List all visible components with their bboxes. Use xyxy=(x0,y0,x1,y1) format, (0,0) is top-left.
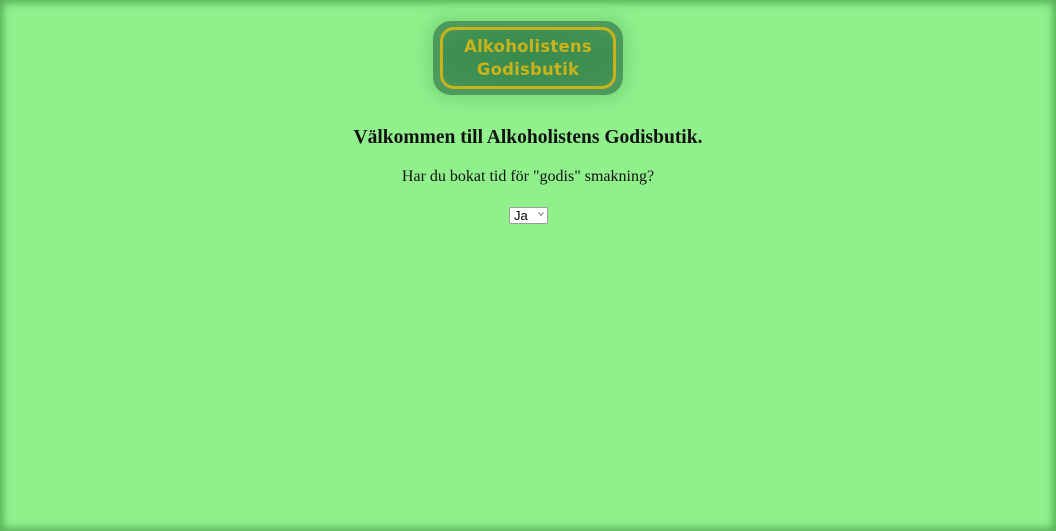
booking-select[interactable]: Ja xyxy=(509,207,548,224)
logo-text-line-2: Godisbutik xyxy=(476,60,580,79)
logo-text-line-1: Alkoholistens xyxy=(464,37,592,56)
booking-question: Har du bokat tid för "godis" smakning? xyxy=(401,168,655,185)
page-title: Välkommen till Alkoholistens Godisbutik. xyxy=(353,127,703,148)
chevron-down-icon xyxy=(538,212,544,217)
shop-logo-inner: Alkoholistens Godisbutik xyxy=(440,27,616,89)
booking-select-value: Ja xyxy=(514,208,528,223)
shop-logo: Alkoholistens Godisbutik xyxy=(433,21,623,95)
